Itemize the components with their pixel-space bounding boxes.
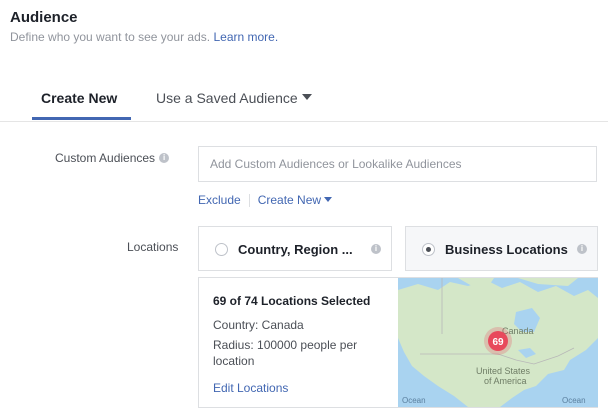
link-separator <box>248 194 250 208</box>
info-icon[interactable]: i <box>159 152 170 163</box>
locations-label: Locations <box>127 240 179 254</box>
locations-country: Country: Canada <box>213 318 304 332</box>
location-option-business-locations[interactable]: Business Locations i <box>405 226 598 271</box>
locations-selected-heading: 69 of 74 Locations Selected <box>213 294 371 308</box>
caret-down-icon <box>324 197 333 203</box>
tab-bar: Create New Use a Saved Audience <box>0 76 608 122</box>
caret-down-icon <box>301 94 312 101</box>
map-cluster-count: 69 <box>492 337 504 348</box>
locations-detail-panel: 69 of 74 Locations Selected Country: Can… <box>198 277 598 408</box>
locations-map[interactable]: Canada United States of America Ocean Oce… <box>398 278 598 407</box>
edit-locations-link[interactable]: Edit Locations <box>213 381 288 395</box>
tab-create-new[interactable]: Create New <box>41 90 117 106</box>
locations-radius: Radius: 100000 people per location <box>213 338 358 368</box>
exclude-link[interactable]: Exclude <box>198 193 241 207</box>
subtitle-text: Define who you want to see your ads. <box>10 30 211 44</box>
radio-icon[interactable] <box>215 243 228 256</box>
info-icon[interactable]: i <box>577 244 587 254</box>
custom-audiences-links: Exclude Create New <box>198 193 333 208</box>
custom-audiences-label-text: Custom Audiences <box>55 151 156 165</box>
map-label-country-line: of America <box>484 376 527 386</box>
location-option-country-region[interactable]: Country, Region ... i <box>198 226 392 271</box>
radio-icon[interactable] <box>422 243 435 256</box>
create-new-link-label: Create New <box>257 193 322 207</box>
audience-subtitle: Define who you want to see your ads. Lea… <box>10 30 278 44</box>
tab-create-new-label: Create New <box>41 90 118 106</box>
location-option-label: Country, Region ... <box>238 242 353 257</box>
map-label-country: United States of America <box>476 366 531 386</box>
custom-audiences-input[interactable] <box>198 146 597 182</box>
map-label-country-line: United States <box>476 366 531 376</box>
learn-more-link[interactable]: Learn more. <box>213 30 278 44</box>
tab-use-saved-audience[interactable]: Use a Saved Audience <box>156 90 312 106</box>
map-label-ocean: Ocean <box>402 396 426 405</box>
map-canvas: Canada United States of America Ocean Oce… <box>398 278 598 407</box>
tab-active-underline <box>32 117 131 120</box>
custom-audiences-label: Custom Audiences i <box>55 151 170 165</box>
location-option-label: Business Locations <box>445 242 568 257</box>
info-icon[interactable]: i <box>371 244 381 254</box>
create-new-link[interactable]: Create New <box>257 193 333 207</box>
tab-saved-label: Use a Saved Audience <box>156 90 298 106</box>
map-label-ocean: Ocean <box>562 396 586 405</box>
audience-title: Audience <box>10 9 78 26</box>
locations-detail-text: 69 of 74 Locations Selected Country: Can… <box>213 294 393 395</box>
